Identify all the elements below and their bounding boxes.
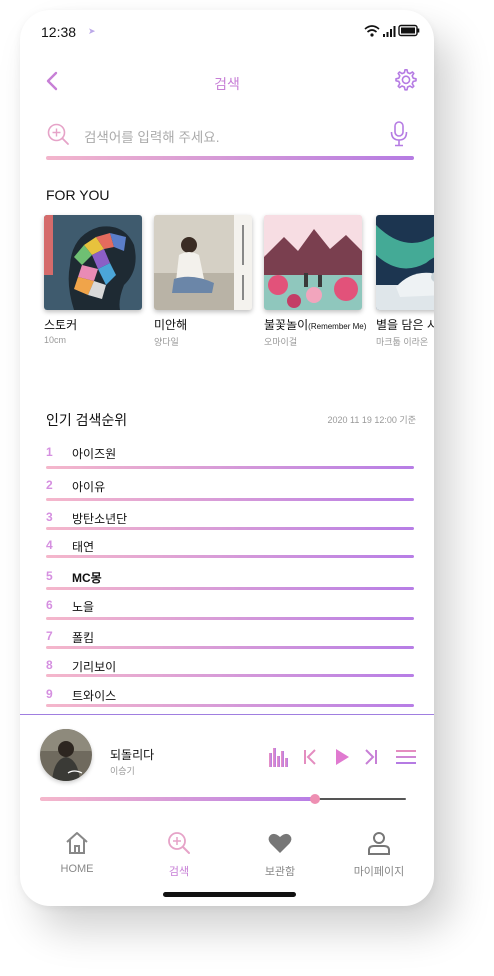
- rank-number: 9: [46, 687, 53, 701]
- heart-icon: [268, 833, 292, 853]
- previous-track-icon[interactable]: [302, 745, 318, 769]
- now-playing-cover[interactable]: [40, 729, 92, 781]
- progress-knob[interactable]: [309, 794, 320, 804]
- album-artist: 마크툽 이라온: [376, 337, 429, 347]
- song-title: 되돌리다: [110, 748, 155, 762]
- rank-underline: [46, 617, 414, 620]
- rank-artist: 태연: [72, 540, 95, 554]
- album-title: 별을 담은 시: [376, 318, 434, 332]
- rank-number: 5: [46, 569, 53, 583]
- search-input[interactable]: 검색어를 입력해 주세요.: [84, 126, 219, 146]
- rank-underline: [46, 498, 414, 501]
- album-card[interactable]: 스토커 10cm: [44, 215, 142, 345]
- phone-screen: 12:38 ➤ 검색 검색어를 입력해 주세요. FOR YOU 스토커 10c…: [20, 10, 434, 906]
- ranking-item[interactable]: 5 MC몽: [46, 566, 416, 595]
- ranking-item[interactable]: 6 노을: [46, 595, 416, 626]
- ranking-item[interactable]: 8 기리보이: [46, 655, 416, 684]
- home-icon: [66, 832, 88, 854]
- ranking-list: 1 아이즈원 2 아이유 3 방탄소년단 4 태연 5 MC몽 6 노을 7 폴…: [46, 442, 416, 714]
- search-icon: [168, 832, 190, 854]
- rank-underline: [46, 674, 414, 677]
- tab-mypage[interactable]: 마이페이지: [334, 830, 424, 879]
- album-artist: 양다일: [154, 337, 179, 347]
- rank-underline: [46, 466, 414, 469]
- album-artist: 오마이걸: [264, 337, 298, 347]
- rank-artist: 노을: [72, 600, 95, 614]
- gear-icon[interactable]: [394, 68, 418, 92]
- battery-icon: [398, 24, 420, 37]
- rank-number: 6: [46, 598, 53, 612]
- album-cover: [154, 215, 252, 310]
- microphone-icon[interactable]: [390, 121, 408, 147]
- rank-underline: [46, 555, 414, 558]
- user-icon: [368, 832, 390, 855]
- rank-underline: [46, 587, 414, 590]
- rank-artist: 방탄소년단: [72, 512, 128, 526]
- rank-artist: MC몽: [72, 571, 102, 585]
- tab-label: HOME: [60, 863, 94, 875]
- rank-number: 2: [46, 478, 53, 492]
- ranking-item[interactable]: 9 트와이스: [46, 684, 416, 714]
- album-title: 스토커: [44, 318, 78, 332]
- tab-home[interactable]: HOME: [32, 830, 122, 875]
- album-title: 미안해: [154, 318, 188, 332]
- album-card[interactable]: 미안해 양다일: [154, 215, 252, 348]
- rank-artist: 트와이스: [72, 689, 117, 703]
- rank-underline: [46, 527, 414, 530]
- search-plus-icon: [47, 123, 69, 145]
- wifi-icon: [364, 25, 380, 37]
- progress-fill: [40, 797, 315, 801]
- rank-number: 7: [46, 629, 53, 643]
- tab-label: 검색: [168, 866, 190, 878]
- rank-number: 4: [46, 538, 53, 552]
- ranking-item[interactable]: 2 아이유: [46, 475, 416, 507]
- tab-label: 마이페이지: [353, 866, 405, 878]
- ranking-heading: 인기 검색순위: [46, 412, 128, 428]
- play-icon[interactable]: [333, 745, 351, 769]
- rank-artist: 폴킴: [72, 631, 95, 645]
- rank-number: 3: [46, 510, 53, 524]
- tab-label: 보관함: [264, 866, 296, 878]
- bottom-tab-bar: HOME 검색 보관함 마이페이지: [20, 830, 434, 890]
- status-time: 12:38: [41, 24, 77, 40]
- album-artist: 10cm: [44, 335, 67, 345]
- album-card[interactable]: 별을 담은 시 마크툽 이라온: [376, 215, 434, 348]
- ranking-item[interactable]: 7 폴킴: [46, 626, 416, 655]
- rank-underline: [46, 646, 414, 649]
- signal-icon: [383, 26, 396, 37]
- album-cover: [264, 215, 362, 310]
- album-cover: [376, 215, 434, 310]
- search-bar[interactable]: 검색어를 입력해 주세요.: [46, 120, 414, 160]
- status-icons: [364, 24, 420, 37]
- tab-search[interactable]: 검색: [134, 830, 224, 879]
- album-card[interactable]: 불꽃놀이(Remember Me) 오마이걸: [264, 215, 367, 348]
- playlist-menu-icon[interactable]: [395, 745, 417, 769]
- header: 검색: [20, 62, 434, 102]
- search-underline: [46, 156, 414, 160]
- ranking-date: 2020 11 19 12:00 기준: [327, 415, 416, 425]
- rank-number: 8: [46, 658, 53, 672]
- ranking-item[interactable]: 3 방탄소년단: [46, 507, 416, 535]
- tab-library[interactable]: 보관함: [235, 830, 325, 879]
- rank-number: 1: [46, 445, 53, 459]
- mini-player: 되돌리다 이승기: [20, 715, 434, 825]
- rank-artist: 아이유: [72, 480, 106, 494]
- playback-progress[interactable]: [40, 794, 408, 804]
- ranking-item[interactable]: 1 아이즈원: [46, 442, 416, 475]
- equalizer-icon[interactable]: [268, 745, 290, 769]
- for-you-carousel[interactable]: 스토커 10cm 미안해 양다일 불꽃놀이(Remember Me) 오마이걸 …: [44, 215, 434, 355]
- for-you-heading: FOR YOU: [46, 187, 110, 203]
- ranking-item[interactable]: 4 태연: [46, 535, 416, 566]
- rank-artist: 기리보이: [72, 660, 117, 674]
- location-icon: ➤: [88, 26, 96, 36]
- page-title: 검색: [214, 76, 240, 92]
- home-indicator: [163, 892, 296, 897]
- rank-artist: 아이즈원: [72, 447, 117, 461]
- album-title: 불꽃놀이(Remember Me): [264, 318, 367, 332]
- status-bar: 12:38 ➤: [20, 10, 434, 50]
- song-artist: 이승기: [110, 766, 135, 776]
- album-cover: [44, 215, 142, 310]
- next-track-icon[interactable]: [363, 745, 379, 769]
- rank-underline: [46, 704, 414, 707]
